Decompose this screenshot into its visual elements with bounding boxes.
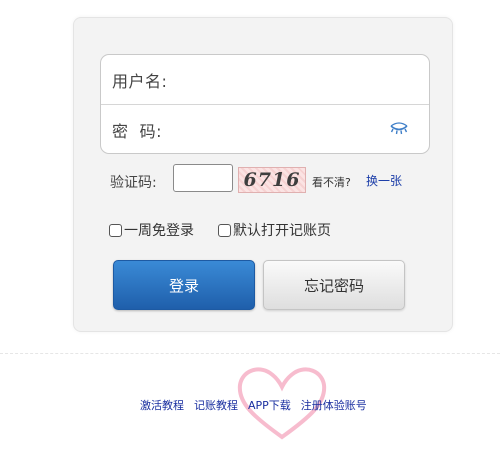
footer-link-register-trial[interactable]: 注册体验账号 — [301, 397, 367, 413]
username-row: 用户名: — [101, 55, 429, 105]
checkbox-box[interactable] — [218, 223, 231, 237]
captcha-code: 6716 — [243, 169, 301, 191]
section-divider — [0, 353, 500, 354]
captcha-input[interactable] — [173, 164, 233, 192]
captcha-image[interactable]: 6716 — [238, 167, 306, 193]
username-label: 用户名: — [112, 71, 168, 91]
footer-links: 激活教程 记账教程 APP下载 注册体验账号 — [140, 397, 367, 413]
captcha-label: 验证码: — [110, 175, 157, 191]
credentials-group: 用户名: 密 码: — [100, 54, 430, 154]
remember-week-checkbox[interactable]: 一周免登录 — [109, 220, 194, 240]
username-input[interactable] — [167, 55, 429, 105]
default-open-ledger-checkbox[interactable]: 默认打开记账页 — [218, 220, 331, 240]
checkbox-box[interactable] — [109, 223, 122, 237]
forgot-password-button[interactable]: 忘记密码 — [263, 260, 405, 310]
captcha-refresh-link[interactable]: 换一张 — [366, 172, 402, 189]
remember-week-label: 一周免登录 — [124, 223, 194, 239]
login-button[interactable]: 登录 — [113, 260, 255, 310]
default-open-ledger-label: 默认打开记账页 — [233, 223, 331, 239]
login-page: 用户名: 密 码: 验证码: 6716 看不清? 换一张 一周免登录 默认打开记… — [0, 0, 500, 455]
footer-link-activation[interactable]: 激活教程 — [140, 397, 184, 413]
password-label: 密 码: — [112, 121, 163, 141]
password-row: 密 码: — [101, 104, 429, 153]
footer-link-bookkeeping[interactable]: 记账教程 — [194, 397, 238, 413]
captcha-unclear-text: 看不清? — [312, 176, 351, 189]
eye-closed-icon[interactable] — [389, 122, 409, 136]
footer-link-app-download[interactable]: APP下载 — [248, 397, 291, 413]
